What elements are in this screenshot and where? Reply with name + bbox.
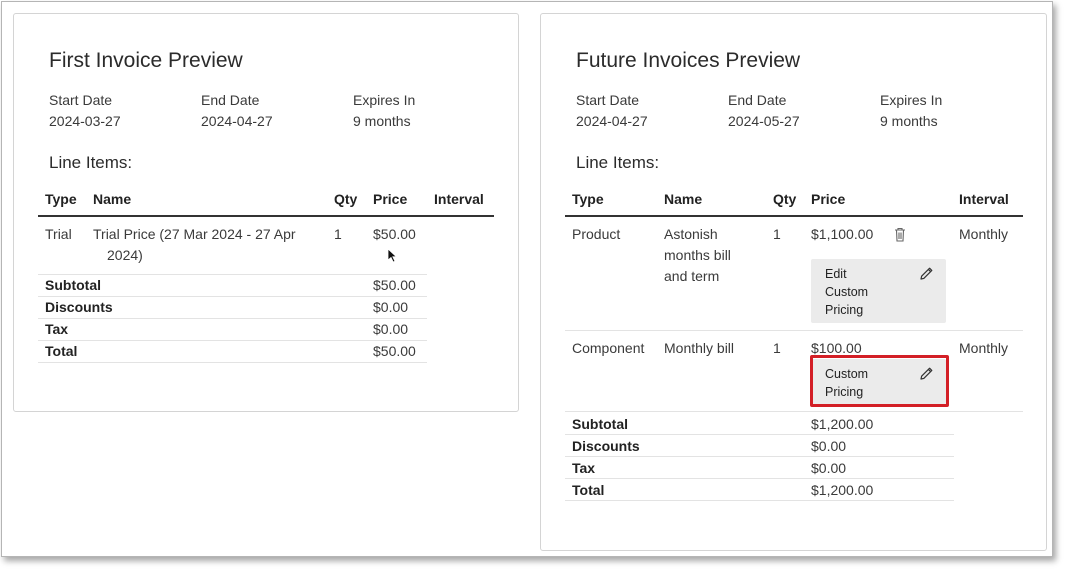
row-divider — [565, 330, 1023, 331]
start-date-label: Start Date — [576, 92, 640, 108]
summary-divider — [38, 318, 427, 319]
subtotal-value: $50.00 — [373, 277, 416, 293]
discounts-label: Discounts — [45, 299, 113, 315]
summary-divider — [565, 478, 954, 479]
start-date-value: 2024-03-27 — [49, 113, 121, 129]
tax-value: $0.00 — [811, 460, 847, 476]
row-qty: 1 — [773, 340, 781, 356]
end-date-label: End Date — [728, 92, 787, 108]
subtotal-label: Subtotal — [572, 416, 628, 432]
row-name-line1: Monthly bill — [664, 340, 735, 356]
window-frame: First Invoice Preview Start Date 2024-03… — [1, 1, 1053, 557]
button-label-line3: Pricing — [825, 303, 864, 317]
end-date-value: 2024-04-27 — [201, 113, 273, 129]
start-date-label: Start Date — [49, 92, 113, 108]
row-type: Component — [572, 340, 645, 356]
trash-icon[interactable] — [893, 227, 907, 242]
row-type: Product — [572, 226, 621, 242]
col-name-header: Name — [93, 191, 132, 207]
expires-in-value: 9 months — [880, 113, 938, 129]
total-label: Total — [45, 343, 78, 359]
row-name-line3: and term — [664, 268, 720, 284]
subtotal-label: Subtotal — [45, 277, 101, 293]
col-qty-header: Qty — [773, 191, 797, 207]
summary-divider — [38, 340, 427, 341]
row-interval: Monthly — [959, 226, 1009, 242]
first-invoice-card: First Invoice Preview Start Date 2024-03… — [13, 13, 519, 412]
row-qty: 1 — [773, 226, 781, 242]
col-price-header: Price — [373, 191, 408, 207]
col-interval-header: Interval — [959, 191, 1009, 207]
col-qty-header: Qty — [334, 191, 358, 207]
tax-label: Tax — [572, 460, 596, 476]
mouse-cursor-icon — [387, 248, 398, 263]
row-qty: 1 — [334, 226, 342, 242]
summary-divider — [565, 434, 954, 435]
total-value: $1,200.00 — [811, 482, 874, 498]
summary-divider — [38, 296, 427, 297]
row-name-line1: Trial Price (27 Mar 2024 - 27 Apr — [93, 226, 296, 242]
summary-divider — [565, 456, 954, 457]
discounts-label: Discounts — [572, 438, 640, 454]
summary-divider — [38, 362, 427, 363]
col-type-header: Type — [572, 191, 604, 207]
row-price: $50.00 — [373, 226, 416, 242]
col-name-header: Name — [664, 191, 703, 207]
end-date-label: End Date — [201, 92, 260, 108]
future-invoices-title: Future Invoices Preview — [576, 49, 801, 72]
pencil-icon — [920, 267, 933, 280]
first-invoice-title: First Invoice Preview — [49, 49, 243, 72]
button-label-line2: Custom — [825, 285, 869, 299]
expires-in-label: Expires In — [880, 92, 943, 108]
total-value: $50.00 — [373, 343, 416, 359]
line-items-title: Line Items: — [576, 153, 660, 172]
button-label-line1: Edit — [825, 267, 847, 281]
expires-in-value: 9 months — [353, 113, 411, 129]
header-divider — [38, 215, 494, 217]
discounts-value: $0.00 — [811, 438, 847, 454]
row-divider — [565, 411, 1023, 412]
edit-custom-pricing-button[interactable]: Edit Custom Pricing — [811, 259, 946, 323]
subtotal-value: $1,200.00 — [811, 416, 874, 432]
row-name-line2: 2024) — [107, 247, 143, 263]
row-name-line2: months bill — [664, 247, 731, 263]
header-divider — [565, 215, 1023, 217]
expires-in-label: Expires In — [353, 92, 416, 108]
row-type: Trial — [45, 226, 72, 242]
row-price: $1,100.00 — [811, 226, 874, 242]
tax-label: Tax — [45, 321, 69, 337]
col-price-header: Price — [811, 191, 846, 207]
row-divider — [38, 274, 427, 275]
discounts-value: $0.00 — [373, 299, 409, 315]
end-date-value: 2024-05-27 — [728, 113, 800, 129]
tax-value: $0.00 — [373, 321, 409, 337]
col-interval-header: Interval — [434, 191, 484, 207]
row-interval: Monthly — [959, 340, 1009, 356]
total-label: Total — [572, 482, 605, 498]
future-invoices-card: Future Invoices Preview Start Date 2024-… — [540, 13, 1047, 551]
summary-divider — [565, 500, 954, 501]
row-name-line1: Astonish — [664, 226, 718, 242]
col-type-header: Type — [45, 191, 77, 207]
highlight-box — [810, 355, 949, 407]
line-items-title: Line Items: — [49, 153, 133, 172]
start-date-value: 2024-04-27 — [576, 113, 648, 129]
